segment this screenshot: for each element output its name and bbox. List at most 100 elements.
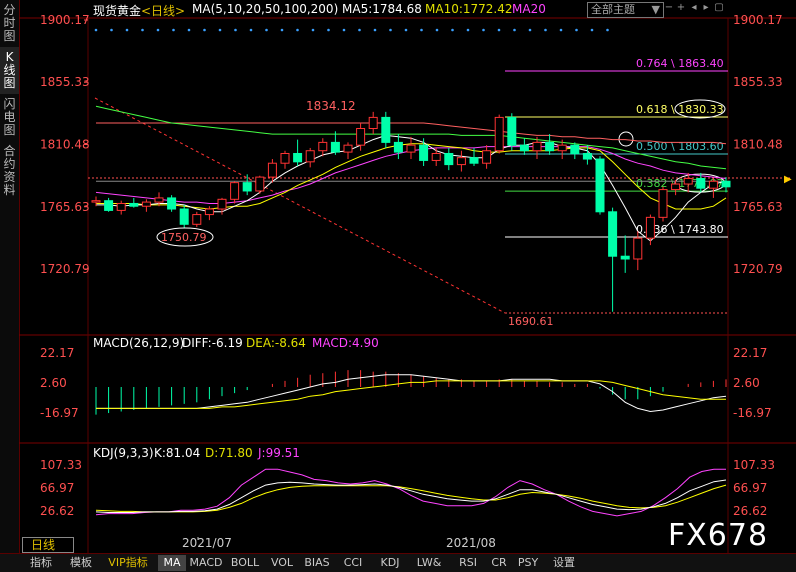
tab-12[interactable]: CR	[488, 555, 510, 571]
price-arrow-icon: ▶	[784, 174, 792, 185]
signal-dot	[559, 28, 563, 32]
candle-body	[154, 197, 164, 203]
right-arrow-icon[interactable]: ▸	[701, 3, 711, 13]
chart-svg[interactable]: 1900.17 1900.17 1855.33 1855.33 1810.48 1810.…	[0, 0, 796, 553]
candle-body	[204, 208, 214, 216]
macd-dea: DEA:-8.64	[246, 336, 306, 350]
ma10-value: MA10:1772.42	[425, 2, 513, 16]
candle-body	[343, 144, 353, 153]
signal-dot	[544, 28, 547, 32]
signal-dot	[141, 28, 144, 32]
candle-body	[620, 255, 630, 260]
tab-1[interactable]: 模板	[62, 555, 100, 571]
signal-dot	[575, 28, 578, 32]
price-tick-label-right: 1900.17	[733, 13, 783, 27]
signal-dot	[358, 28, 361, 32]
candle-body	[141, 201, 151, 207]
signal-dot	[125, 28, 129, 32]
candle-body	[267, 162, 277, 178]
price-tick-label-right: 1810.48	[733, 138, 783, 152]
macd-tick-right: -16.97	[733, 406, 772, 420]
signal-dot	[373, 28, 377, 32]
signal-dot	[234, 28, 237, 32]
signal-dot	[528, 28, 532, 32]
macd-diff: DIFF:-6.19	[182, 336, 243, 350]
candle-body	[91, 200, 101, 203]
theme-label: 全部主题	[591, 3, 635, 16]
candle-body	[167, 197, 177, 210]
candle-body	[230, 182, 240, 200]
kdj-d: D:71.80	[205, 446, 253, 460]
watermark-logo: FX678	[668, 518, 769, 553]
signal-dot	[156, 28, 160, 32]
candle-body	[406, 144, 416, 153]
tab-11[interactable]: RSI	[450, 555, 486, 571]
plus-icon[interactable]: +	[676, 3, 686, 13]
signal-dot	[249, 28, 253, 32]
candle-body	[419, 144, 429, 161]
signal-dot	[327, 28, 330, 32]
price-tick-label-right: 1765.63	[733, 200, 783, 214]
candle-body	[129, 202, 139, 207]
candle-body	[696, 177, 706, 189]
price-tick-label-left: 1765.63	[40, 200, 90, 214]
candle-body	[255, 176, 265, 192]
signal-dot	[404, 28, 408, 32]
tab-2[interactable]: VIP指标	[102, 555, 154, 571]
candle-body	[431, 152, 441, 161]
candle-body	[444, 152, 454, 166]
candle-body	[658, 189, 668, 218]
tab-6[interactable]: VOL	[266, 555, 298, 571]
kdj-tick-right: 107.33	[733, 458, 775, 472]
low1-annotation: 1750.79	[161, 231, 207, 244]
candle-body	[381, 116, 391, 143]
candle-body	[318, 141, 328, 152]
candle-body	[305, 150, 315, 163]
macd-tick-right: 22.17	[733, 346, 767, 360]
tab-0[interactable]: 指标	[22, 555, 60, 571]
tab-7[interactable]: BIAS	[300, 555, 334, 571]
ma20-value: MA20	[512, 2, 546, 16]
marker-circle	[618, 131, 634, 147]
maximize-icon[interactable]: ▢	[714, 3, 724, 13]
candle-body	[507, 116, 517, 146]
signal-dot	[172, 28, 175, 32]
kdj-title: KDJ(9,3,3)	[93, 446, 154, 460]
tab-14[interactable]: 设置	[546, 555, 582, 571]
candle-body	[683, 177, 693, 185]
minus-icon[interactable]: −	[664, 3, 674, 13]
price-tick-label-right: 1720.79	[733, 262, 783, 276]
candle-body	[482, 150, 492, 164]
signal-dot	[606, 28, 609, 32]
signal-dot	[218, 28, 222, 32]
macd-title: MACD(26,12,9)	[93, 336, 184, 350]
tab-5[interactable]: BOLL	[226, 555, 264, 571]
left-arrow-icon[interactable]: ◂	[689, 3, 699, 13]
candle-body	[570, 144, 580, 154]
theme-select[interactable]: 全部主题 ▼	[587, 2, 664, 18]
tab-4[interactable]: MACD	[188, 555, 224, 571]
period-label: <日线>	[141, 4, 186, 18]
high-annotation: 1834.12	[306, 99, 356, 113]
candle-body	[557, 144, 567, 152]
date-label: 2021/08	[446, 536, 496, 550]
tab-3[interactable]: MA	[158, 555, 186, 571]
kdj-j: J:99.51	[257, 446, 300, 460]
tab-9[interactable]: KDJ	[372, 555, 408, 571]
symbol-title: 现货黄金	[93, 4, 142, 18]
signal-dot	[94, 28, 98, 32]
tab-13[interactable]: PSY	[512, 555, 544, 571]
macd-tick-left: 22.17	[40, 346, 74, 360]
tab-10[interactable]: LW&	[410, 555, 448, 571]
signal-dot	[187, 28, 191, 32]
period-select[interactable]: 日线	[22, 537, 74, 553]
signal-dot	[482, 28, 485, 32]
candle-body	[645, 216, 655, 239]
main-panel-frame	[87, 17, 729, 336]
tab-8[interactable]: CCI	[336, 555, 370, 571]
signal-dot	[420, 28, 423, 32]
candle-body	[179, 208, 189, 225]
date-label: 2021/07	[182, 536, 232, 550]
signal-dot	[389, 28, 392, 32]
macd-tick-right: 2.60	[733, 376, 760, 390]
